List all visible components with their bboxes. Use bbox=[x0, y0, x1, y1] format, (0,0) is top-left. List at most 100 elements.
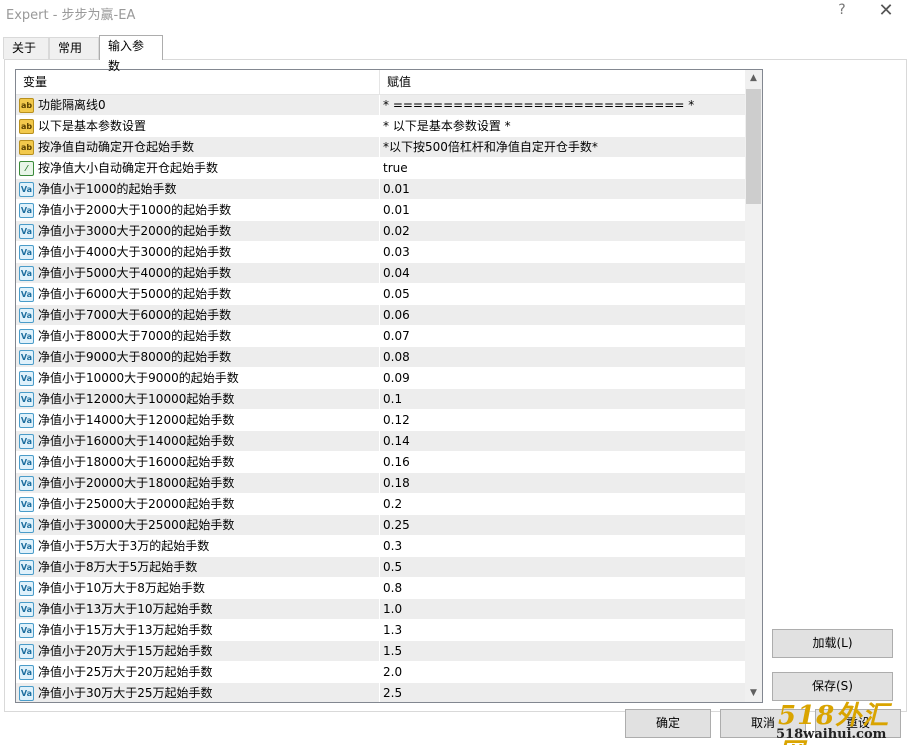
value-type-icon: Va bbox=[19, 203, 34, 218]
variable-value[interactable]: 0.09 bbox=[383, 368, 410, 389]
table-row[interactable]: Va 净值小于30000大于25000起始手数 0.25 bbox=[16, 515, 745, 536]
column-header-value[interactable]: 赋值 bbox=[380, 70, 745, 95]
help-button[interactable]: ? bbox=[832, 2, 852, 22]
value-type-icon: Va bbox=[19, 245, 34, 260]
table-row[interactable]: Va 净值小于13万大于10万起始手数 1.0 bbox=[16, 599, 745, 620]
variable-value[interactable]: 0.3 bbox=[383, 536, 402, 557]
variable-value[interactable]: 0.25 bbox=[383, 515, 410, 536]
variable-value[interactable]: 0.01 bbox=[383, 200, 410, 221]
table-row[interactable]: Va 净值小于20万大于15万起始手数 1.5 bbox=[16, 641, 745, 662]
cell-separator bbox=[379, 410, 380, 431]
variable-value[interactable]: 0.2 bbox=[383, 494, 402, 515]
variable-value[interactable]: 0.06 bbox=[383, 305, 410, 326]
save-button[interactable]: 保存(S) bbox=[772, 672, 893, 701]
table-row[interactable]: Va 净值小于15万大于13万起始手数 1.3 bbox=[16, 620, 745, 641]
table-row[interactable]: Va 净值小于2000大于1000的起始手数 0.01 bbox=[16, 200, 745, 221]
cell-separator bbox=[379, 536, 380, 557]
variable-value[interactable]: 1.5 bbox=[383, 641, 402, 662]
ok-button[interactable]: 确定 bbox=[625, 709, 711, 738]
table-row[interactable]: Va 净值小于25000大于20000起始手数 0.2 bbox=[16, 494, 745, 515]
cell-separator bbox=[379, 683, 380, 702]
variable-value[interactable]: 0.08 bbox=[383, 347, 410, 368]
variable-value[interactable]: 2.0 bbox=[383, 662, 402, 683]
variable-name: 净值小于18000大于16000起始手数 bbox=[38, 455, 235, 469]
table-row[interactable]: Va 净值小于20000大于18000起始手数 0.18 bbox=[16, 473, 745, 494]
string-type-icon: ab bbox=[19, 98, 34, 113]
variable-value[interactable]: 0.1 bbox=[383, 389, 402, 410]
variable-name: 按净值大小自动确定开仓起始手数 bbox=[38, 161, 219, 175]
table-row[interactable]: Va 净值小于4000大于3000的起始手数 0.03 bbox=[16, 242, 745, 263]
scroll-down-arrow-icon[interactable]: ▼ bbox=[745, 685, 762, 702]
variable-name: 净值小于1000的起始手数 bbox=[38, 182, 177, 196]
variable-name: 净值小于8万大于5万起始手数 bbox=[38, 560, 198, 574]
table-row[interactable]: ⁄ 按净值大小自动确定开仓起始手数 true bbox=[16, 158, 745, 179]
variable-name: 净值小于6000大于5000的起始手数 bbox=[38, 287, 232, 301]
table-row[interactable]: Va 净值小于10000大于9000的起始手数 0.09 bbox=[16, 368, 745, 389]
scroll-up-arrow-icon[interactable]: ▲ bbox=[745, 70, 762, 87]
value-type-icon: Va bbox=[19, 560, 34, 575]
load-button[interactable]: 加载(L) bbox=[772, 629, 893, 658]
variable-name: 按净值自动确定开仓起始手数 bbox=[38, 140, 195, 154]
variable-value[interactable]: 0.03 bbox=[383, 242, 410, 263]
column-header-variable[interactable]: 变量 bbox=[16, 70, 379, 95]
table-row[interactable]: Va 净值小于18000大于16000起始手数 0.16 bbox=[16, 452, 745, 473]
variable-value[interactable]: 1.0 bbox=[383, 599, 402, 620]
table-row[interactable]: Va 净值小于5000大于4000的起始手数 0.04 bbox=[16, 263, 745, 284]
value-type-icon: Va bbox=[19, 518, 34, 533]
variable-value[interactable]: 2.5 bbox=[383, 683, 402, 702]
value-type-icon: Va bbox=[19, 224, 34, 239]
variable-value[interactable]: 0.16 bbox=[383, 452, 410, 473]
value-type-icon: Va bbox=[19, 182, 34, 197]
variable-value[interactable]: 0.02 bbox=[383, 221, 410, 242]
cell-separator bbox=[379, 137, 380, 158]
variable-value[interactable]: 0.04 bbox=[383, 263, 410, 284]
tab-about[interactable]: 关于 bbox=[3, 37, 49, 59]
table-row[interactable]: Va 净值小于1000的起始手数 0.01 bbox=[16, 179, 745, 200]
table-row[interactable]: Va 净值小于16000大于14000起始手数 0.14 bbox=[16, 431, 745, 452]
tab-inputs[interactable]: 输入参数 bbox=[99, 35, 163, 73]
cell-separator bbox=[379, 662, 380, 683]
tab-common[interactable]: 常用 bbox=[49, 37, 99, 59]
variable-value[interactable]: 0.5 bbox=[383, 557, 402, 578]
table-row[interactable]: Va 净值小于5万大于3万的起始手数 0.3 bbox=[16, 536, 745, 557]
variable-value[interactable]: * 以下是基本参数设置 * bbox=[383, 116, 511, 137]
cell-separator bbox=[379, 431, 380, 452]
variable-value[interactable]: 0.8 bbox=[383, 578, 402, 599]
variable-value[interactable]: 0.14 bbox=[383, 431, 410, 452]
value-type-icon: Va bbox=[19, 392, 34, 407]
table-row[interactable]: Va 净值小于10万大于8万起始手数 0.8 bbox=[16, 578, 745, 599]
table-row[interactable]: Va 净值小于6000大于5000的起始手数 0.05 bbox=[16, 284, 745, 305]
scrollbar-thumb[interactable] bbox=[746, 89, 761, 204]
variable-value[interactable]: 0.01 bbox=[383, 179, 410, 200]
variable-value[interactable]: 0.18 bbox=[383, 473, 410, 494]
table-row[interactable]: Va 净值小于25万大于20万起始手数 2.0 bbox=[16, 662, 745, 683]
variable-value[interactable]: 0.12 bbox=[383, 410, 410, 431]
cell-separator bbox=[379, 494, 380, 515]
table-row[interactable]: ab 以下是基本参数设置 * 以下是基本参数设置 * bbox=[16, 116, 745, 137]
table-row[interactable]: Va 净值小于8万大于5万起始手数 0.5 bbox=[16, 557, 745, 578]
cell-separator bbox=[379, 368, 380, 389]
variable-value[interactable]: 1.3 bbox=[383, 620, 402, 641]
reset-button[interactable]: 重设 bbox=[815, 709, 901, 738]
close-button[interactable]: ✕ bbox=[873, 1, 899, 23]
table-row[interactable]: Va 净值小于7000大于6000的起始手数 0.06 bbox=[16, 305, 745, 326]
table-row[interactable]: ab 按净值自动确定开仓起始手数 *以下按500倍杠杆和净值自定开仓手数* bbox=[16, 137, 745, 158]
variable-value[interactable]: * ============================= * bbox=[383, 95, 694, 116]
table-row[interactable]: Va 净值小于14000大于12000起始手数 0.12 bbox=[16, 410, 745, 431]
variable-name: 净值小于4000大于3000的起始手数 bbox=[38, 245, 232, 259]
variable-value[interactable]: *以下按500倍杠杆和净值自定开仓手数* bbox=[383, 137, 598, 158]
table-row[interactable]: Va 净值小于9000大于8000的起始手数 0.08 bbox=[16, 347, 745, 368]
vertical-scrollbar[interactable]: ▲ ▼ bbox=[745, 70, 762, 702]
table-row[interactable]: Va 净值小于3000大于2000的起始手数 0.02 bbox=[16, 221, 745, 242]
table-row[interactable]: Va 净值小于30万大于25万起始手数 2.5 bbox=[16, 683, 745, 702]
variable-value[interactable]: 0.05 bbox=[383, 284, 410, 305]
cell-separator bbox=[379, 620, 380, 641]
table-row[interactable]: ab 功能隔离线0 * ============================= … bbox=[16, 95, 745, 116]
variable-value[interactable]: true bbox=[383, 158, 408, 179]
variable-value[interactable]: 0.07 bbox=[383, 326, 410, 347]
table-row[interactable]: Va 净值小于8000大于7000的起始手数 0.07 bbox=[16, 326, 745, 347]
cell-separator bbox=[379, 599, 380, 620]
cancel-button[interactable]: 取消 bbox=[720, 709, 806, 738]
table-row[interactable]: Va 净值小于12000大于10000起始手数 0.1 bbox=[16, 389, 745, 410]
variable-name: 净值小于25000大于20000起始手数 bbox=[38, 497, 235, 511]
